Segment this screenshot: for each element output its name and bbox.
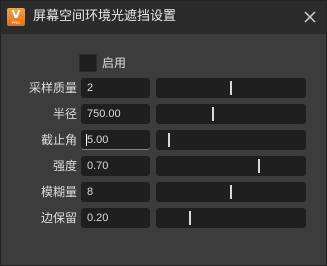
edge-preserve-input[interactable]: 0.20: [81, 208, 150, 228]
blur-amount-label: 模糊量: [40, 185, 77, 199]
edge-preserve-label: 边保留: [40, 211, 77, 225]
sample-quality-slider-handle[interactable]: [230, 81, 232, 95]
app-logo-icon: V PRO: [7, 8, 25, 26]
sample-quality-input[interactable]: 2: [81, 78, 150, 98]
param-row-edge-preserve: 边保留 0.20: [1, 208, 326, 228]
radius-label: 半径: [52, 107, 77, 121]
cutoff-angle-slider[interactable]: [156, 130, 306, 150]
intensity-input[interactable]: 0.70: [81, 156, 150, 176]
edge-preserve-slider-handle[interactable]: [189, 211, 191, 225]
cutoff-angle-value: 5.00: [87, 134, 109, 146]
sample-quality-slider[interactable]: [156, 78, 306, 98]
edge-preserve-slider[interactable]: [156, 208, 306, 228]
enable-label: 启用: [102, 56, 127, 70]
text-caret: [86, 134, 87, 146]
sample-quality-label: 采样质量: [28, 81, 77, 95]
dialog-content: 启用 采样质量 2 半径 750.00 截止角 5.00 强度 0.70 模糊量…: [1, 34, 326, 265]
app-logo-sub: PRO: [11, 20, 21, 25]
blur-amount-slider[interactable]: [156, 182, 306, 202]
blur-amount-input[interactable]: 8: [81, 182, 150, 202]
title-bar[interactable]: V PRO 屏幕空间环境光遮挡设置: [1, 1, 326, 34]
cutoff-angle-label: 截止角: [40, 133, 77, 147]
intensity-label: 强度: [52, 159, 77, 173]
radius-slider[interactable]: [156, 104, 306, 124]
param-row-radius: 半径 750.00: [1, 104, 326, 124]
ssao-settings-dialog: V PRO 屏幕空间环境光遮挡设置 启用 采样质量 2 半径 750.00 截止…: [0, 0, 327, 266]
blur-amount-slider-handle[interactable]: [230, 185, 232, 199]
intensity-slider[interactable]: [156, 156, 306, 176]
close-icon[interactable]: [302, 9, 318, 25]
enable-checkbox[interactable]: [79, 54, 97, 72]
radius-input[interactable]: 750.00: [81, 104, 150, 124]
radius-slider-handle[interactable]: [212, 107, 214, 121]
param-row-cutoff-angle: 截止角 5.00: [1, 130, 326, 150]
param-row-sample-quality: 采样质量 2: [1, 78, 326, 98]
param-row-blur-amount: 模糊量 8: [1, 182, 326, 202]
cutoff-angle-slider-handle[interactable]: [168, 133, 170, 147]
param-row-intensity: 强度 0.70: [1, 156, 326, 176]
cutoff-angle-input[interactable]: 5.00: [81, 130, 150, 150]
window-title: 屏幕空间环境光遮挡设置: [33, 9, 177, 24]
intensity-slider-handle[interactable]: [258, 159, 260, 173]
